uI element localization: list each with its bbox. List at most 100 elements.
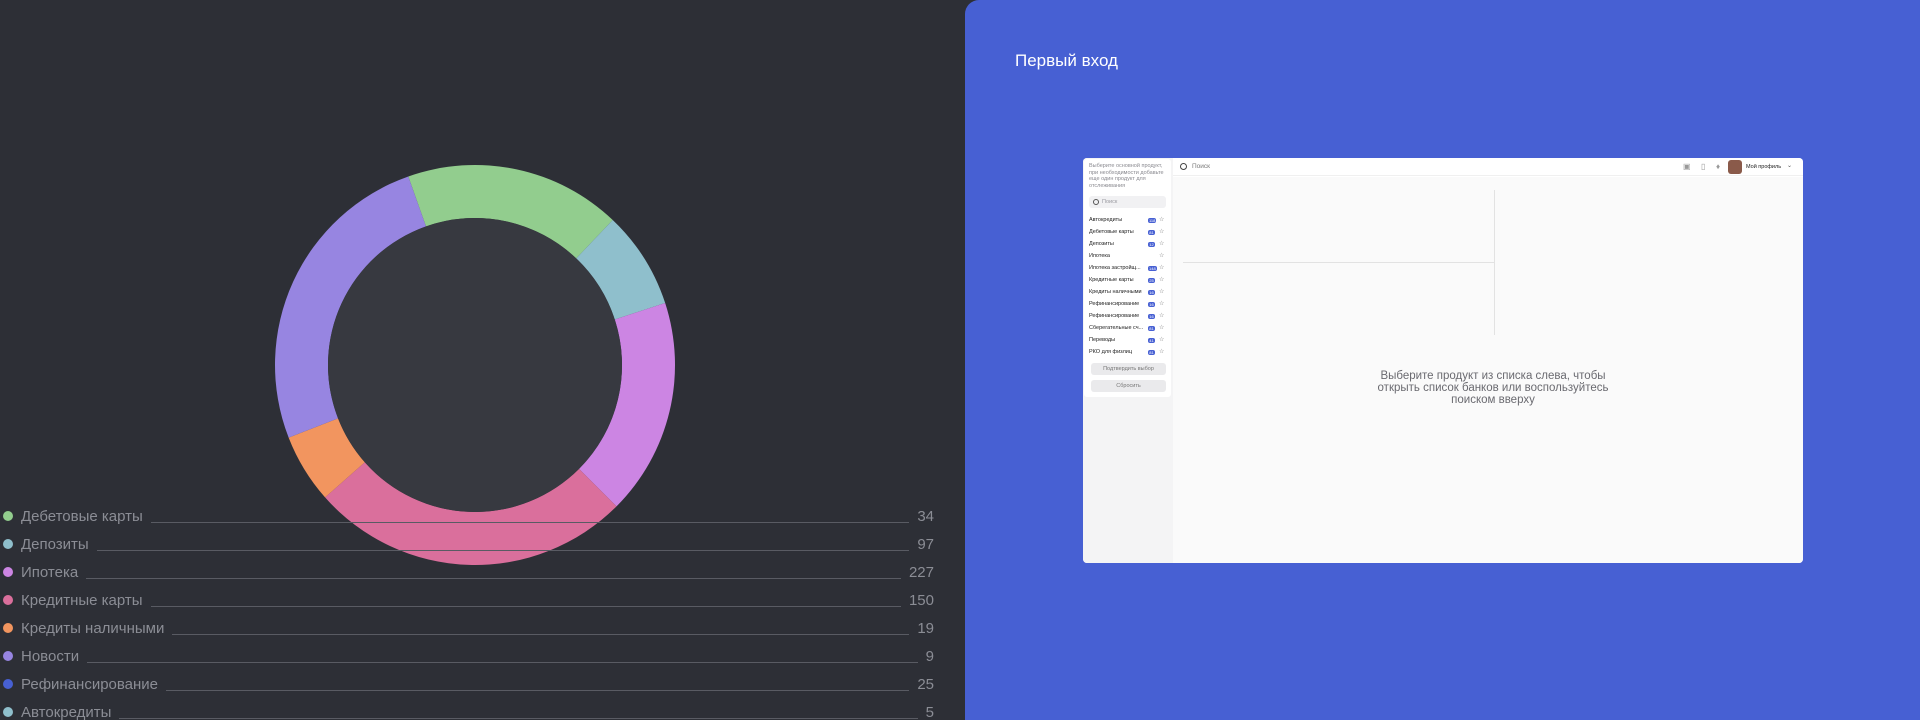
count-badge: 81 [1148,230,1155,235]
product-list-item[interactable]: Ипотека ☆ [1089,251,1169,263]
star-icon[interactable]: ☆ [1159,300,1164,307]
legend-leader-line [150,605,901,607]
count-badge: 81 [1148,350,1155,355]
legend-value: 19 [917,619,934,637]
legend-label: Новости [21,647,80,665]
count-badge: 16 [1148,290,1155,295]
legend-item: Автокредиты 5 [0,698,940,720]
count-badge: 25 [1148,278,1155,283]
count-badge: 148 [1148,266,1157,271]
count-badge: 16 [1148,314,1155,319]
product-label: Ипотека застройщ... [1089,265,1141,271]
star-icon[interactable]: ☆ [1159,240,1164,247]
product-label: Дебетовые карты [1089,229,1134,235]
star-icon[interactable]: ☆ [1159,252,1164,259]
legend-item: Ипотека 227 [0,558,940,586]
bell-icon[interactable]: ♦ [1716,163,1720,171]
star-icon[interactable]: ☆ [1159,288,1164,295]
legend-label: Рефинансирование [21,675,159,693]
legend-label: Кредиты наличными [21,619,165,637]
trash-icon[interactable]: ▯ [1701,163,1705,171]
profile-label[interactable]: Мой профиль [1746,164,1781,170]
app-topbar: Поиск ▣ ▯ ♦ Мой профиль ⌄ [1173,158,1803,176]
star-icon[interactable]: ☆ [1159,216,1164,223]
legend-leader-line [172,633,910,635]
product-list-item[interactable]: Ипотека застройщ... 148 ☆ [1089,263,1169,275]
product-list-item[interactable]: Переводы 41 ☆ [1089,335,1169,347]
confirm-button[interactable]: Подтвердить выбор [1091,363,1166,375]
product-list-item[interactable]: Депозиты 12 ☆ [1089,239,1169,251]
count-badge: 81 [1148,326,1155,331]
legend-label: Автокредиты [21,703,112,720]
chart-legend: Дебетовые карты 34 Депозиты 97 Ипотека 227 Кре… [0,502,940,720]
legend-value: 25 [917,675,934,693]
legend-color-dot [3,567,13,577]
legend-color-dot [3,707,13,717]
donut-hole [328,218,622,512]
star-icon[interactable]: ☆ [1159,324,1164,331]
folder-icon[interactable]: ▣ [1683,163,1691,171]
legend-value: 97 [917,535,934,553]
legend-color-dot [3,511,13,521]
product-label: Депозиты [1089,241,1114,247]
avatar[interactable] [1728,160,1742,174]
sidebar-search-placeholder: Поиск [1102,199,1118,205]
chart-area: Дебетовые карты 34 Депозиты 97 Ипотека 227 Кре… [0,0,965,720]
legend-leader-line [87,661,918,663]
divider [1494,190,1495,335]
search-icon [1180,163,1187,170]
legend-value: 5 [925,703,934,720]
legend-label: Кредитные карты [21,591,143,609]
legend-color-dot [3,539,13,549]
star-icon[interactable]: ☆ [1159,228,1164,235]
star-icon[interactable]: ☆ [1159,264,1164,271]
selector-hint: Выберите основной продукт, при необходим… [1089,163,1164,189]
product-list-item[interactable]: Сберегательные сч... 81 ☆ [1089,323,1169,335]
product-label: Кредитные карты [1089,277,1134,283]
product-list-item[interactable]: Рефинансирование 16 ☆ [1089,299,1169,311]
legend-label: Депозиты [21,535,89,553]
product-label: Переводы [1089,337,1116,343]
product-list-item[interactable]: РКО для физлиц 81 ☆ [1089,347,1169,359]
empty-state-message: Выберите продукт из списка слева, чтобы … [1377,370,1609,406]
legend-leader-line [96,549,910,551]
count-badge: 118 [1148,218,1157,223]
legend-color-dot [3,651,13,661]
divider [1183,262,1494,263]
sidebar-search-input[interactable]: Поиск [1089,196,1166,208]
legend-value: 9 [925,647,934,665]
legend-label: Ипотека [21,563,79,581]
count-badge: 12 [1148,242,1155,247]
legend-item: Рефинансирование 25 [0,670,940,698]
search-icon [1093,199,1099,205]
top-search-input[interactable]: Поиск [1192,163,1210,170]
legend-item: Кредиты наличными 19 [0,614,940,642]
chevron-down-icon[interactable]: ⌄ [1787,162,1792,169]
legend-item: Дебетовые карты 34 [0,502,940,530]
product-list-item[interactable]: Кредиты наличными 16 ☆ [1089,287,1169,299]
product-list-item[interactable]: Автокредиты 118 ☆ [1089,215,1169,227]
product-label: Кредиты наличными [1089,289,1142,295]
legend-leader-line [166,689,910,691]
star-icon[interactable]: ☆ [1159,336,1164,343]
product-label: Сберегательные сч... [1089,325,1144,331]
legend-value: 150 [908,591,934,609]
star-icon[interactable]: ☆ [1159,276,1164,283]
app-sidebar: Выберите основной продукт, при необходим… [1083,158,1173,563]
reset-button[interactable]: Сбросить [1091,380,1166,392]
app-preview: Выберите основной продукт, при необходим… [1083,158,1803,563]
product-label: Рефинансирование [1089,313,1140,319]
legend-color-dot [3,679,13,689]
product-list-item[interactable]: Рефинансирование 16 ☆ [1089,311,1169,323]
star-icon[interactable]: ☆ [1159,348,1164,355]
star-icon[interactable]: ☆ [1159,312,1164,319]
product-label: РКО для физлиц [1089,349,1133,355]
legend-label: Дебетовые карты [21,507,143,525]
product-list-item[interactable]: Кредитные карты 25 ☆ [1089,275,1169,287]
panel-title: Первый вход [1015,51,1118,70]
product-label: Автокредиты [1089,217,1123,223]
product-list-item[interactable]: Дебетовые карты 81 ☆ [1089,227,1169,239]
legend-color-dot [3,623,13,633]
legend-color-dot [3,595,13,605]
product-label: Рефинансирование [1089,301,1140,307]
